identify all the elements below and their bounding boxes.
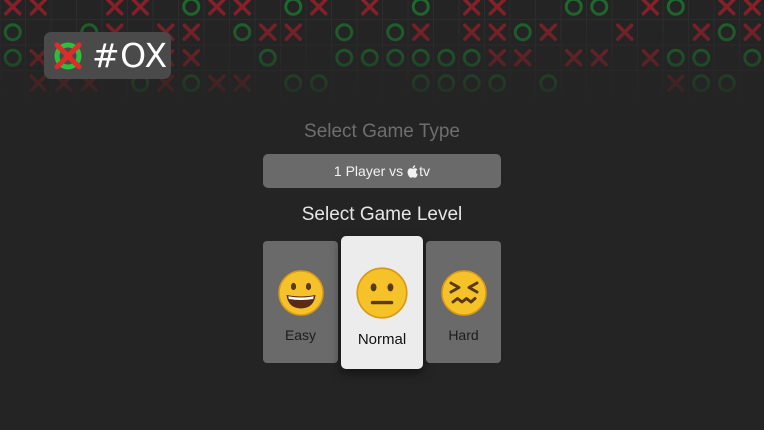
bg-x-mark [182,49,200,67]
bg-x-mark [488,49,506,67]
grinning-face-icon [277,270,324,316]
bg-o-mark [488,74,507,93]
bg-x-mark [361,0,379,16]
bg-x-mark [565,49,583,67]
bg-o-mark [182,0,201,16]
bg-o-mark [335,48,354,67]
bg-x-mark [488,23,506,41]
bg-x-mark [412,23,430,41]
bg-o-mark [564,0,583,16]
bg-o-mark [692,74,711,93]
bg-x-mark [743,23,761,41]
bg-o-mark [411,0,430,16]
bg-x-mark [182,23,200,41]
bg-x-mark [743,0,761,16]
bg-x-mark [208,74,226,92]
bg-o-mark [590,0,609,16]
bg-x-mark [259,23,277,41]
bg-x-mark [29,74,47,92]
xo-logo-icon [54,42,82,69]
bg-o-mark [3,23,22,42]
bg-o-mark [513,23,532,42]
bg-o-mark [386,48,405,67]
bg-o-mark [3,48,22,67]
bg-x-mark [233,0,251,16]
bg-o-mark [284,0,303,16]
bg-o-mark [335,23,354,42]
bg-o-mark [360,48,379,67]
level-card-easy[interactable]: Easy [263,241,338,363]
bg-o-mark [411,48,430,67]
bg-x-mark [4,0,22,16]
select-game-level-heading: Select Game Level [301,204,463,225]
apple-tv-brand: tv [407,163,430,179]
bg-o-mark [692,48,711,67]
bg-x-mark [539,23,557,41]
bg-o-mark [386,23,405,42]
bg-o-mark [717,23,736,42]
level-card-hard[interactable]: Hard [426,241,501,363]
bg-o-mark [717,74,736,93]
select-game-type-heading: Select Game Type [304,121,460,142]
bg-x-mark [718,0,736,16]
neutral-face-icon [356,267,408,319]
bg-x-mark [667,74,685,92]
bg-x-mark [616,23,634,41]
bg-x-mark [488,0,506,16]
bg-x-mark [29,0,47,16]
bg-o-mark [437,74,456,93]
bg-o-mark [284,74,303,93]
bg-x-mark [463,23,481,41]
bg-x-mark [463,0,481,16]
bg-o-mark [309,74,328,93]
level-label-normal: Normal [357,331,407,348]
bg-o-mark [437,48,456,67]
bg-x-mark [590,49,608,67]
bg-x-mark [131,0,149,16]
app-logo: #OX [44,32,171,79]
game-type-prefix: 1 Player vs [333,163,404,179]
bg-o-mark [666,48,685,67]
bg-x-mark [310,0,328,16]
bg-o-mark [233,23,252,42]
level-label-easy: Easy [284,327,317,343]
level-card-normal[interactable]: Normal [341,236,423,369]
bg-x-mark [514,49,532,67]
apple-icon [407,164,418,178]
bg-o-mark [539,74,558,93]
confounded-face-icon [440,270,487,316]
bg-x-mark [284,23,302,41]
bg-x-mark [641,49,659,67]
bg-o-mark [462,48,481,67]
bg-o-mark [411,74,430,93]
bg-o-mark [182,74,201,93]
bg-x-mark [208,0,226,16]
bg-o-mark [743,48,762,67]
game-type-suffix: tv [419,163,431,179]
level-label-hard: Hard [448,327,479,343]
bg-o-mark [462,74,481,93]
bg-o-mark [258,48,277,67]
bg-x-mark [641,0,659,16]
logo-text: #OX [92,36,168,75]
bg-x-mark [692,23,710,41]
bg-x-mark [233,74,251,92]
bg-x-mark [106,0,124,16]
bg-o-mark [666,0,685,16]
game-type-button[interactable]: 1 Player vs tv [263,154,501,188]
